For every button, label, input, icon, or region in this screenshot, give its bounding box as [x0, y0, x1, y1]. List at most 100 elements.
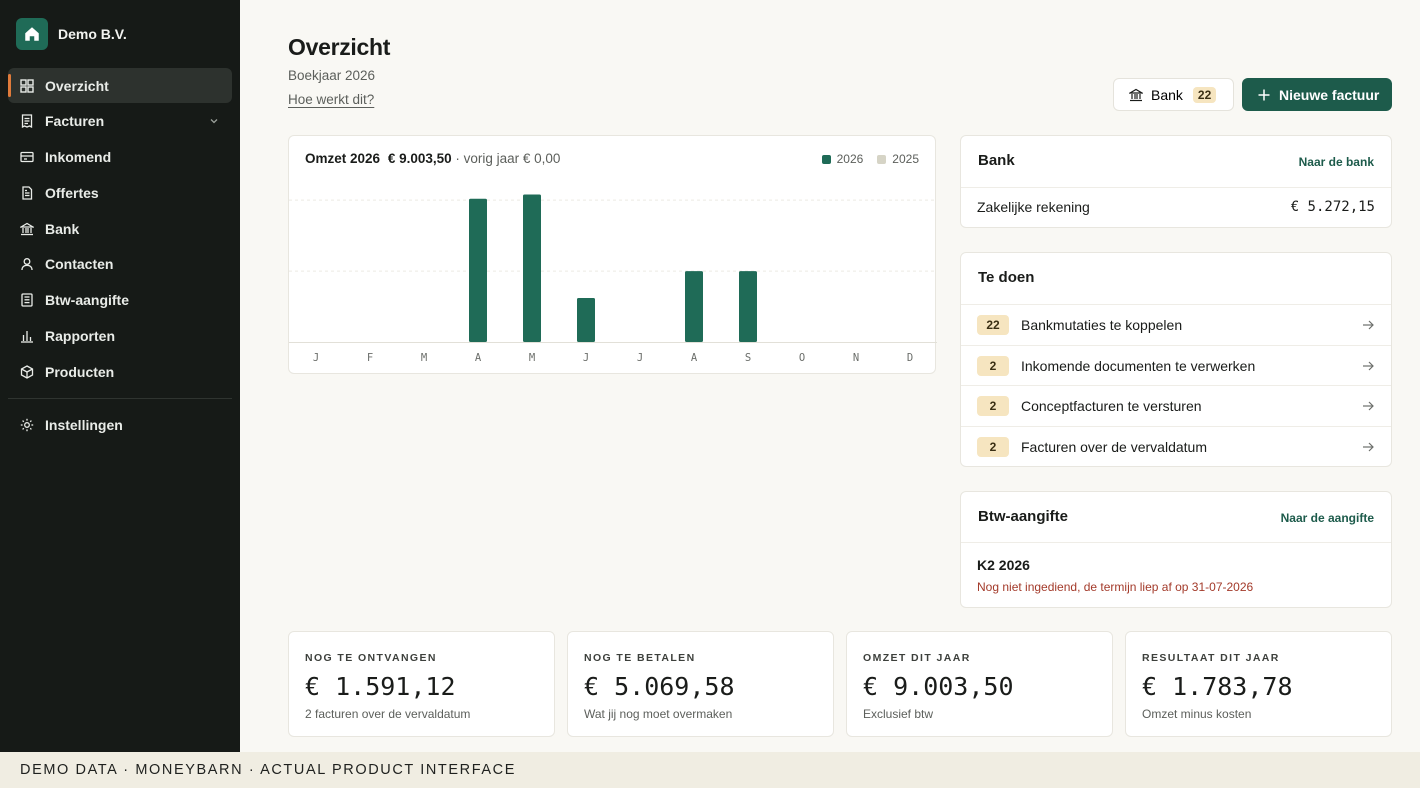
bank-card-title: Bank — [978, 152, 1015, 169]
nav-item-instellingen[interactable]: Instellingen — [8, 407, 232, 442]
user-icon — [20, 257, 34, 271]
x-tick-label: M — [421, 352, 427, 364]
todo-count: 2 — [977, 395, 1009, 416]
bank-account-row[interactable]: Zakelijke rekening € 5.272,15 — [977, 199, 1375, 215]
revenue-label: Omzet 2026 — [305, 151, 381, 166]
x-tick-label: D — [907, 352, 913, 364]
nav-item-facturen[interactable]: Facturen — [8, 104, 232, 139]
divider — [961, 542, 1391, 543]
vat-card: Btw-aangifte Naar de aangifte K2 2026 No… — [960, 491, 1392, 608]
box-icon — [20, 365, 34, 379]
x-tick-label: S — [745, 352, 751, 364]
bar-2026-7[interactable] — [685, 271, 703, 342]
quote-icon — [20, 186, 34, 200]
bank-icon — [1129, 88, 1143, 101]
to-vat-link[interactable]: Naar de aangifte — [1281, 511, 1374, 525]
kpi-label: NOG TE BETALEN — [584, 652, 696, 664]
kpi-sub: 2 facturen over de vervaldatum — [305, 707, 471, 721]
new-invoice-button[interactable]: Nieuwe factuur — [1242, 78, 1392, 111]
nav-item-contacten[interactable]: Contacten — [8, 247, 232, 282]
kpi-value: € 1.783,78 — [1142, 672, 1293, 701]
revenue-chart-card: J F M A M J J A S O N D Omzet 2026 € 9.003,50 · vor… — [288, 135, 937, 374]
account-name: Zakelijke rekening — [977, 199, 1090, 215]
nav-label: Producten — [45, 363, 115, 380]
nav-label: Inkomend — [45, 149, 112, 166]
nav-label: Btw-aangifte — [45, 292, 129, 309]
todo-count: 2 — [977, 436, 1009, 457]
kpi-value: € 1.591,12 — [305, 672, 456, 701]
chevron-down-icon[interactable] — [208, 115, 220, 127]
to-bank-link[interactable]: Naar de bank — [1299, 155, 1374, 169]
kpi-sub: Omzet minus kosten — [1142, 707, 1252, 721]
nav-item-bank[interactable]: Bank — [8, 211, 232, 246]
x-tick-label: F — [367, 352, 373, 364]
revenue-previous: · vorig jaar € 0,00 — [455, 151, 561, 166]
main-content: Overzicht Boekjaar 2026 Hoe werkt dit? B… — [240, 0, 1420, 752]
kpi-label: OMZET DIT JAAR — [863, 652, 971, 664]
bar-2026-8[interactable] — [739, 271, 757, 342]
todo-count: 22 — [977, 314, 1009, 335]
nav-item-offertes[interactable]: Offertes — [8, 175, 232, 210]
x-tick-label: O — [799, 352, 805, 364]
bank-button[interactable]: Bank 22 — [1113, 78, 1234, 111]
home-icon — [16, 18, 48, 50]
x-tick-label: A — [691, 352, 698, 364]
nav-divider — [8, 398, 232, 400]
todo-label: Conceptfacturen te versturen — [1021, 397, 1202, 414]
dashboard-icon — [20, 78, 34, 93]
todo-label: Inkomende documenten te verwerken — [1021, 357, 1256, 374]
todo-title: Te doen — [978, 269, 1035, 286]
todo-item-draft-invoices[interactable]: 2 Conceptfacturen te versturen — [961, 385, 1391, 425]
todo-label: Facturen over de vervaldatum — [1021, 438, 1207, 455]
x-tick-label: J — [313, 352, 319, 364]
vat-period: K2 2026 — [977, 557, 1030, 573]
arrow-right-icon — [1363, 442, 1374, 452]
nav-item-producten[interactable]: Producten — [8, 354, 232, 389]
org-switcher[interactable]: Demo B.V. — [16, 17, 240, 51]
kpi-label: RESULTAAT DIT JAAR — [1142, 652, 1280, 664]
nav-label: Bank — [45, 220, 80, 237]
nav-item-btw-aangifte[interactable]: Btw-aangifte — [8, 283, 232, 318]
kpi-sub: Wat jij nog moet overmaken — [584, 707, 733, 721]
nav-label: Contacten — [45, 256, 114, 273]
vat-title: Btw-aangifte — [978, 508, 1068, 525]
todo-item-incoming-documents[interactable]: 2 Inkomende documenten te verwerken — [961, 345, 1391, 385]
vat-status-note: Nog niet ingediend, de termijn liep af o… — [977, 580, 1254, 594]
help-link[interactable]: Hoe werkt dit? — [288, 92, 374, 107]
arrow-right-icon — [1363, 401, 1374, 411]
bar-2026-3[interactable] — [469, 198, 487, 342]
nav-label: Instellingen — [45, 416, 123, 433]
kpi-receivable: NOG TE ONTVANGEN € 1.591,12 2 facturen o… — [288, 631, 555, 737]
tax-icon — [20, 293, 34, 307]
legend-swatch — [877, 154, 887, 164]
fiscal-year: Boekjaar 2026 — [288, 68, 376, 83]
bank-count-badge: 22 — [1192, 86, 1217, 103]
bar-chart-icon — [20, 329, 34, 343]
main-nav: Overzicht Facturen Inkomend Offertes Ban… — [0, 68, 240, 442]
legend-swatch — [821, 154, 831, 164]
legend-item-2025: 2025 — [877, 152, 919, 166]
legend-item-2026: 2026 — [821, 152, 864, 166]
kpi-revenue: OMZET DIT JAAR € 9.003,50 Exclusief btw — [846, 631, 1113, 737]
bank-icon — [20, 222, 34, 236]
todo-item-overdue-invoices[interactable]: 2 Facturen over de vervaldatum — [961, 426, 1391, 466]
bank-card: Bank Naar de bank Zakelijke rekening € 5… — [960, 135, 1392, 228]
nav-label: Rapporten — [45, 328, 115, 345]
kpi-label: NOG TE ONTVANGEN — [305, 652, 437, 664]
todo-item-bank-mutations[interactable]: 22 Bankmutaties te koppelen — [961, 304, 1391, 344]
todo-count: 2 — [977, 355, 1009, 376]
new-invoice-label: Nieuwe factuur — [1279, 86, 1380, 103]
nav-item-inkomend[interactable]: Inkomend — [8, 140, 232, 175]
legend-label: 2026 — [836, 152, 864, 166]
account-balance: € 5.272,15 — [1290, 199, 1375, 215]
nav-item-overzicht[interactable]: Overzicht — [8, 68, 232, 103]
x-tick-label: A — [475, 352, 482, 364]
todo-card: Te doen 22 Bankmutaties te koppelen 2 In… — [960, 252, 1392, 467]
bar-2026-5[interactable] — [577, 298, 595, 342]
kpi-payable: NOG TE BETALEN € 5.069,58 Wat jij nog mo… — [567, 631, 834, 737]
revenue-header: Omzet 2026 € 9.003,50 · vorig jaar € 0,0… — [305, 151, 560, 166]
bar-2026-4[interactable] — [523, 194, 541, 342]
nav-item-rapporten[interactable]: Rapporten — [8, 319, 232, 354]
kpi-value: € 5.069,58 — [584, 672, 735, 701]
arrow-right-icon — [1363, 361, 1374, 371]
